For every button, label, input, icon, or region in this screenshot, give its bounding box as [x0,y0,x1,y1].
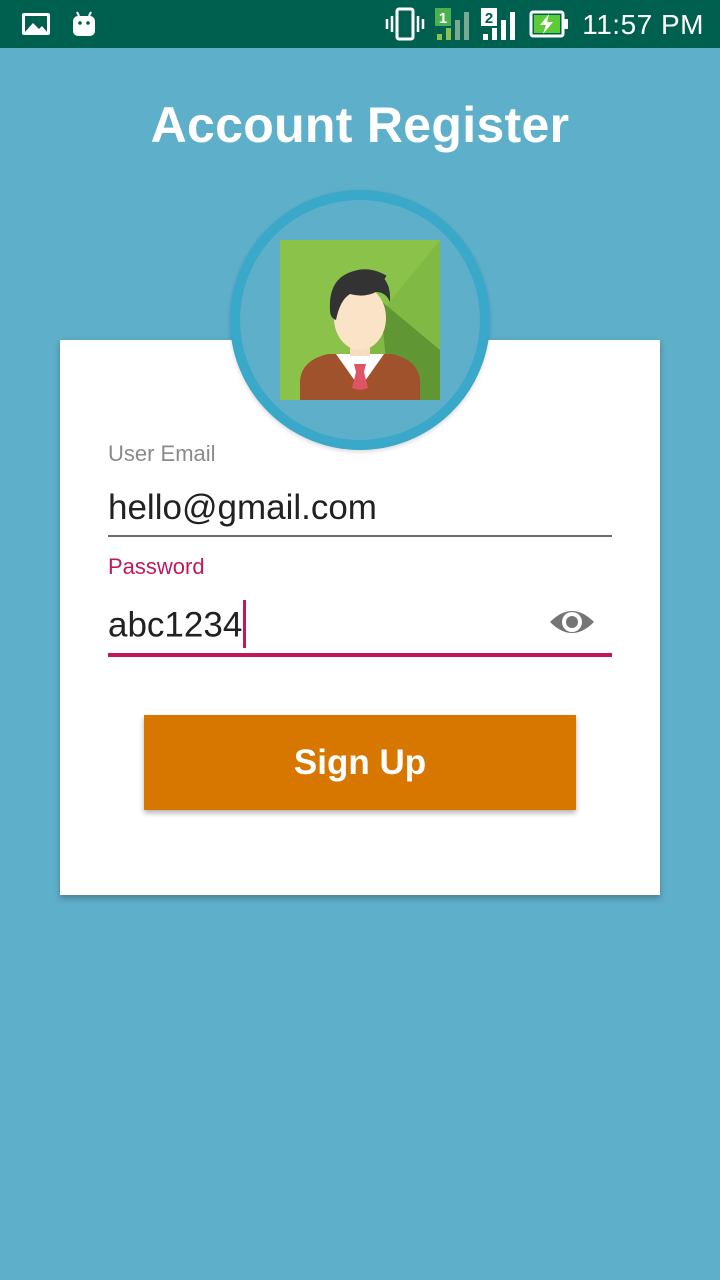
battery-charging-icon [528,0,570,48]
email-field[interactable]: hello@gmail.com [108,488,377,528]
password-underline [108,653,612,657]
password-value: abc1234 [108,605,243,645]
password-label: Password [108,554,205,579]
eye-icon[interactable] [548,604,596,640]
text-cursor [243,600,247,648]
sim1-signal-icon: 1 [434,0,472,48]
gallery-icon [20,0,52,48]
android-icon [70,0,98,48]
vibrate-icon [384,0,426,48]
password-field[interactable]: abc1234 [108,600,247,651]
user-avatar-icon [280,240,440,400]
sim2-signal-icon: 2 [480,0,518,48]
status-time: 11:57 PM [582,9,704,40]
signup-button[interactable]: Sign Up [144,715,576,810]
svg-text:1: 1 [439,10,447,27]
svg-text:2: 2 [485,10,493,27]
page-title: Account Register [150,97,570,153]
email-label: User Email [108,441,216,466]
status-bar: 1 2 11:57 PM [0,0,720,48]
avatar[interactable] [280,240,440,400]
email-underline [108,535,612,537]
email-value: hello@gmail.com [108,488,377,527]
